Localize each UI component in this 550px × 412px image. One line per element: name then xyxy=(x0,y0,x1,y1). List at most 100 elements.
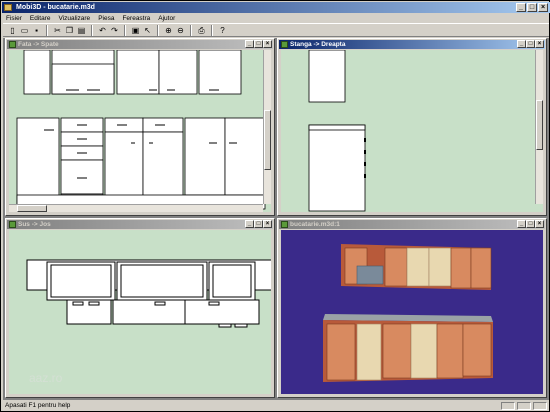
wall-cabinet xyxy=(158,50,198,95)
base-door-3d xyxy=(410,323,438,379)
maximize-button[interactable]: □ xyxy=(254,40,263,48)
toolbar-separator xyxy=(91,24,93,36)
handle xyxy=(234,323,248,328)
view-front-title-text: Fata -> Spate xyxy=(18,41,59,48)
vertical-scrollbar[interactable] xyxy=(535,50,543,204)
maximize-button[interactable]: □ xyxy=(526,40,535,48)
handle xyxy=(88,301,100,306)
render-canvas[interactable] xyxy=(281,230,543,394)
scroll-thumb[interactable] xyxy=(536,100,543,150)
base-door-3d xyxy=(382,323,412,379)
top-canvas[interactable] xyxy=(9,230,271,394)
base-cabinet xyxy=(184,117,226,196)
menu-bar: Fisier Editare Vizualizare Piesa Fereast… xyxy=(3,14,549,23)
view-front-title[interactable]: Fata -> Spate _ □ × xyxy=(7,40,273,49)
minimize-button[interactable]: _ xyxy=(516,3,526,12)
base-cabinet xyxy=(224,117,266,196)
wall-door-3d xyxy=(450,247,472,289)
close-button[interactable]: × xyxy=(535,40,544,48)
undo-icon[interactable]: ↶ xyxy=(97,25,108,36)
scroll-thumb[interactable] xyxy=(264,110,271,170)
cut-icon[interactable]: ✂ xyxy=(52,25,63,36)
view-front[interactable]: Fata -> Spate _ □ × xyxy=(5,38,275,216)
open-icon[interactable]: ▭ xyxy=(19,25,30,36)
maximize-button[interactable]: □ xyxy=(526,220,535,228)
top-cabinet-inner xyxy=(50,264,112,298)
maximize-button[interactable]: □ xyxy=(254,220,263,228)
wall-cabinet xyxy=(23,50,51,95)
top-cabinet xyxy=(184,299,260,325)
view-side[interactable]: Stanga -> Dreapta _ □ × xyxy=(277,38,547,216)
title-bar[interactable]: Mobi3D - bucatarie.m3d _ □ × xyxy=(2,2,550,13)
paste-icon[interactable]: ▤ xyxy=(76,25,87,36)
menu-editare[interactable]: Editare xyxy=(30,14,51,23)
zoom-in-icon[interactable]: ⊕ xyxy=(163,25,174,36)
vertical-scrollbar[interactable] xyxy=(263,50,271,204)
view-perspective[interactable]: bucatarie.m3d:1 _ □ × xyxy=(277,218,547,398)
top-cabinet xyxy=(112,299,186,325)
minimize-button[interactable]: _ xyxy=(245,40,254,48)
base-door-3d xyxy=(436,323,464,379)
base-drawers-3d xyxy=(356,323,382,381)
wall-cabinet xyxy=(198,50,242,95)
toolbar-separator xyxy=(211,24,213,36)
menu-fisier[interactable]: Fisier xyxy=(6,14,22,23)
status-text: Apasati F1 pentru help xyxy=(5,402,71,409)
toolbar-separator xyxy=(190,24,192,36)
pointer-icon[interactable]: ↖ xyxy=(142,25,153,36)
toolbar-separator xyxy=(124,24,126,36)
print-icon[interactable]: ⎙ xyxy=(196,25,207,36)
front-canvas[interactable] xyxy=(9,50,271,212)
app-title: Mobi3D - bucatarie.m3d xyxy=(16,4,95,11)
copy-icon[interactable]: ❐ xyxy=(64,25,75,36)
render-drawing xyxy=(323,244,493,382)
close-button[interactable]: × xyxy=(535,220,544,228)
handle xyxy=(218,323,232,328)
view-side-title[interactable]: Stanga -> Dreapta _ □ × xyxy=(279,40,545,49)
minimize-button[interactable]: _ xyxy=(517,220,526,228)
redo-icon[interactable]: ↷ xyxy=(109,25,120,36)
handle xyxy=(154,301,166,306)
menu-fereastra[interactable]: Fereastra xyxy=(122,14,150,23)
close-button[interactable]: × xyxy=(538,3,548,12)
app-icon xyxy=(4,4,12,11)
help-icon[interactable]: ? xyxy=(217,25,228,36)
view-top-title[interactable]: Sus -> Jos _ □ × xyxy=(7,220,273,229)
zoom-out-icon[interactable]: ⊖ xyxy=(175,25,186,36)
front-drawing xyxy=(16,50,266,210)
wall-cabinet-side xyxy=(308,50,346,103)
new-icon[interactable]: ▯ xyxy=(7,25,18,36)
view-icon xyxy=(9,41,16,48)
handle xyxy=(208,301,220,306)
scroll-thumb[interactable] xyxy=(17,205,47,212)
view-icon xyxy=(281,221,288,228)
wall-cabinet-door xyxy=(51,63,115,95)
wall-door-3d xyxy=(470,247,492,289)
status-panel xyxy=(533,402,547,410)
maximize-button[interactable]: □ xyxy=(527,3,537,12)
view-perspective-title[interactable]: bucatarie.m3d:1 _ □ × xyxy=(279,220,545,229)
base-door-3d xyxy=(326,323,356,381)
view-side-title-text: Stanga -> Dreapta xyxy=(290,41,346,48)
minimize-button[interactable]: _ xyxy=(245,220,254,228)
toolbar-separator xyxy=(157,24,159,36)
menu-piesa[interactable]: Piesa xyxy=(98,14,114,23)
wall-door-3d xyxy=(428,247,452,287)
main-window: Mobi3D - bucatarie.m3d _ □ × Fisier Edit… xyxy=(0,0,550,412)
watermark: aaz.ro xyxy=(29,371,63,385)
minimize-button[interactable]: _ xyxy=(517,40,526,48)
menu-vizualizare[interactable]: Vizualizare xyxy=(59,14,91,23)
countertop-side xyxy=(308,124,366,131)
close-button[interactable]: × xyxy=(263,220,272,228)
close-button[interactable]: × xyxy=(263,40,272,48)
status-panels xyxy=(501,402,547,410)
top-cabinet-inner xyxy=(120,264,204,298)
menu-ajutor[interactable]: Ajutor xyxy=(158,14,175,23)
top-cabinet-inner xyxy=(212,264,252,298)
status-panel xyxy=(517,402,531,410)
horizontal-scrollbar[interactable] xyxy=(9,204,263,212)
side-canvas[interactable] xyxy=(281,50,543,212)
select-piece-icon[interactable]: ▣ xyxy=(130,25,141,36)
wall-door-3d xyxy=(384,247,408,287)
save-icon[interactable]: ▪ xyxy=(31,25,42,36)
